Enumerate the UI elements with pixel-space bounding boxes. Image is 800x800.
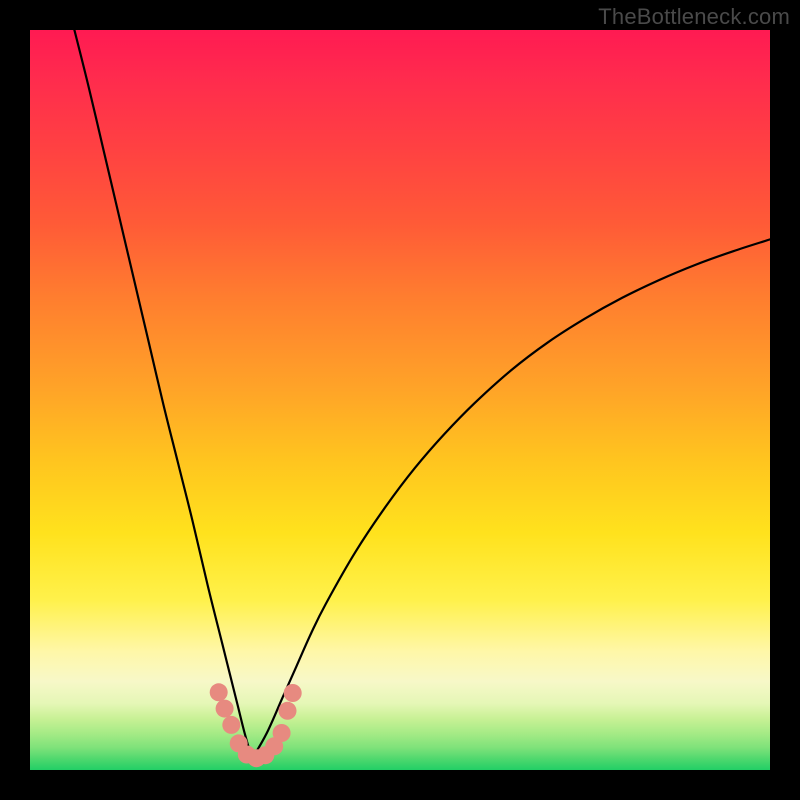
trough-marker-dot (216, 700, 234, 718)
trough-marker-dot (284, 684, 302, 702)
right-branch-curve (252, 239, 770, 759)
trough-markers (210, 683, 302, 767)
plot-area (30, 30, 770, 770)
watermark-label: TheBottleneck.com (598, 4, 790, 30)
trough-marker-dot (222, 716, 240, 734)
chart-frame: TheBottleneck.com (0, 0, 800, 800)
left-branch-curve (74, 30, 252, 759)
curve-layer (30, 30, 770, 770)
trough-marker-dot (210, 683, 228, 701)
trough-marker-dot (279, 702, 297, 720)
trough-marker-dot (273, 724, 291, 742)
